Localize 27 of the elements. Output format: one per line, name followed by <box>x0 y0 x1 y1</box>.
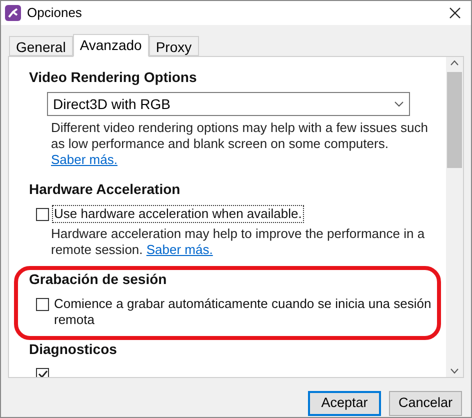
description-text: Different video rendering options may help with a few issues such as low performance and blank screen on some computers. Saber más. <box>51 120 429 168</box>
dropdown[interactable]: Direct3D with RGB <box>47 92 410 116</box>
dialog-button[interactable]: Cancelar <box>389 391 462 416</box>
app-icon <box>5 5 21 21</box>
learn-more-link[interactable]: Saber más. <box>146 242 213 257</box>
tab[interactable]: Proxy <box>148 36 199 56</box>
scroll-up-icon[interactable] <box>450 60 459 66</box>
scroll-thumb[interactable] <box>447 72 462 168</box>
description-text: Hardware acceleration may help to improve the performance in a remote session. Saber más. <box>51 226 426 258</box>
section-heading: Diagnosticos <box>29 340 118 359</box>
scroll-down-icon[interactable] <box>450 368 459 374</box>
scrollbar[interactable] <box>446 57 463 377</box>
checkbox[interactable] <box>36 208 49 221</box>
checkbox-label: Use hardware acceleration when available. <box>53 206 303 222</box>
section-heading: Grabación de sesión <box>29 270 168 289</box>
dialog-button[interactable]: Aceptar <box>308 391 381 416</box>
close-icon[interactable] <box>449 7 461 19</box>
learn-more-link[interactable]: Saber más. <box>51 152 118 167</box>
section-heading: Video Rendering Options <box>29 68 198 87</box>
tab[interactable]: General <box>9 36 73 56</box>
checkbox[interactable] <box>36 298 49 311</box>
window-title: Opciones <box>27 4 83 22</box>
tab[interactable]: Avanzado <box>72 34 149 57</box>
chevron-down-icon <box>394 101 404 107</box>
checkmark-icon <box>38 370 48 377</box>
checkbox-label: Comience a grabar automáticamente cuando se inicia una sesión remota <box>53 296 432 328</box>
section-heading: Hardware Acceleration <box>29 180 182 199</box>
